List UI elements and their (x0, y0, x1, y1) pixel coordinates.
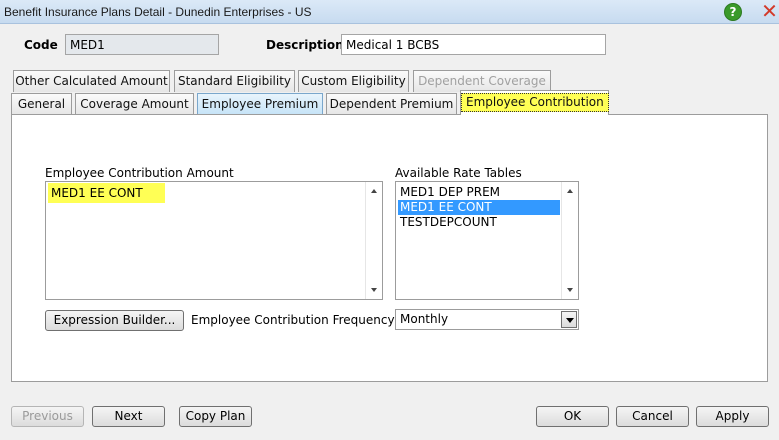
code-field[interactable]: MED1 (65, 34, 219, 55)
scroll-up-icon[interactable] (567, 189, 573, 193)
tab-standard-eligibility[interactable]: Standard Eligibility (174, 70, 295, 92)
tab-employee-contribution-label: Employee Contribution (461, 93, 609, 112)
tab-general[interactable]: General (11, 93, 72, 115)
list-item[interactable]: MED1 DEP PREM (398, 185, 560, 200)
expression-builder-button[interactable]: Expression Builder... (45, 310, 184, 331)
employee-contribution-panel: Employee Contribution Amount MED1 EE CON… (11, 114, 768, 382)
description-label: Description (266, 38, 344, 52)
code-label: Code (24, 38, 58, 52)
contribution-amount-editor[interactable]: MED1 EE CONT (45, 181, 383, 300)
cancel-button[interactable]: Cancel (616, 406, 689, 427)
description-field[interactable]: Medical 1 BCBS (341, 34, 606, 55)
contribution-frequency-select[interactable]: Monthly (395, 309, 579, 330)
list-item[interactable]: TESTDEPCOUNT (398, 215, 560, 230)
next-button[interactable]: Next (92, 406, 165, 427)
contribution-amount-scrollbar[interactable] (365, 182, 382, 299)
tab-dependent-premium[interactable]: Dependent Premium (326, 93, 457, 115)
tab-custom-eligibility[interactable]: Custom Eligibility (298, 70, 409, 92)
tab-coverage-amount[interactable]: Coverage Amount (75, 93, 194, 115)
apply-button[interactable]: Apply (696, 406, 769, 427)
scroll-down-icon[interactable] (567, 288, 573, 292)
rate-tables-list[interactable]: MED1 DEP PREM MED1 EE CONT TESTDEPCOUNT (395, 181, 579, 300)
contribution-amount-value: MED1 EE CONT (48, 183, 165, 203)
previous-button: Previous (11, 406, 84, 427)
list-item-selected[interactable]: MED1 EE CONT (398, 200, 560, 215)
chevron-down-icon[interactable] (561, 311, 577, 328)
close-icon[interactable]: ✕ (760, 1, 779, 21)
tab-dependent-coverage: Dependent Coverage (413, 70, 551, 92)
title-bar: Benefit Insurance Plans Detail - Dunedin… (0, 0, 779, 24)
tab-other-calculated-amount[interactable]: Other Calculated Amount (13, 70, 170, 92)
window-title: Benefit Insurance Plans Detail - Dunedin… (4, 5, 312, 19)
help-icon[interactable]: ? (724, 3, 742, 21)
scroll-down-icon[interactable] (371, 288, 377, 292)
copy-plan-button[interactable]: Copy Plan (179, 406, 252, 427)
contribution-frequency-value: Monthly (400, 312, 449, 326)
tab-employee-contribution[interactable]: Employee Contribution (460, 90, 609, 115)
scroll-up-icon[interactable] (371, 189, 377, 193)
contribution-amount-label: Employee Contribution Amount (45, 166, 234, 180)
rate-tables-label: Available Rate Tables (395, 166, 522, 180)
tab-employee-premium[interactable]: Employee Premium (197, 93, 323, 115)
ok-button[interactable]: OK (536, 406, 609, 427)
rate-tables-scrollbar[interactable] (561, 182, 578, 299)
contribution-frequency-label: Employee Contribution Frequency (191, 313, 395, 327)
